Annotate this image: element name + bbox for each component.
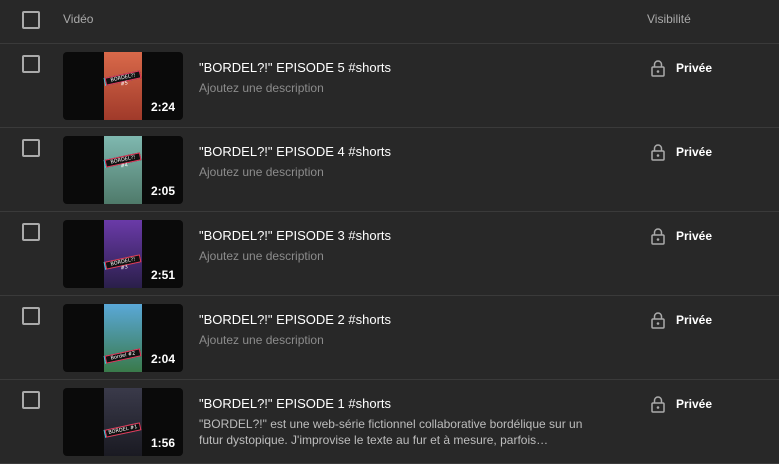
- thumbnail-tag: BORDEL?! #5: [104, 70, 142, 88]
- video-thumbnail[interactable]: BORDEL?! #5 2:24: [63, 52, 183, 120]
- table-row[interactable]: BORDEL #1 1:56 "BORDEL?!" EPISODE 1 #sho…: [0, 380, 779, 464]
- lock-icon: [650, 311, 666, 329]
- video-description[interactable]: Ajoutez une description: [199, 165, 324, 179]
- video-duration: 2:04: [150, 352, 175, 366]
- select-all-checkbox[interactable]: [22, 11, 40, 29]
- video-title[interactable]: "BORDEL?!" EPISODE 2 #shorts: [199, 312, 391, 327]
- video-title[interactable]: "BORDEL?!" EPISODE 3 #shorts: [199, 228, 391, 243]
- thumbnail-poster: BORDEL?! #5: [104, 52, 142, 120]
- thumbnail-poster: BORDEL?! #3: [104, 220, 142, 288]
- table-row[interactable]: BORDEL?! #3 2:51 "BORDEL?!" EPISODE 3 #s…: [0, 212, 779, 296]
- video-title[interactable]: "BORDEL?!" EPISODE 4 #shorts: [199, 144, 391, 159]
- row-checkbox[interactable]: [22, 307, 40, 325]
- video-duration: 2:05: [150, 184, 175, 198]
- row-checkbox[interactable]: [22, 55, 40, 73]
- video-description[interactable]: Ajoutez une description: [199, 249, 324, 263]
- thumbnail-tag: Bordel #2: [104, 348, 142, 364]
- thumbnail-poster: BORDEL #1: [104, 388, 142, 456]
- row-checkbox[interactable]: [22, 139, 40, 157]
- video-thumbnail[interactable]: Bordel #2 2:04: [63, 304, 183, 372]
- table-row[interactable]: Bordel #2 2:04 "BORDEL?!" EPISODE 2 #sho…: [0, 296, 779, 380]
- lock-icon: [650, 143, 666, 161]
- row-checkbox[interactable]: [22, 391, 40, 409]
- column-header-visibility: Visibilité: [647, 12, 691, 26]
- table-row[interactable]: BORDEL?! #4 2:05 "BORDEL?!" EPISODE 4 #s…: [0, 128, 779, 212]
- row-checkbox[interactable]: [22, 223, 40, 241]
- video-thumbnail[interactable]: BORDEL?! #4 2:05: [63, 136, 183, 204]
- video-thumbnail[interactable]: BORDEL?! #3 2:51: [63, 220, 183, 288]
- table-row[interactable]: BORDEL?! #5 2:24 "BORDEL?!" EPISODE 5 #s…: [0, 44, 779, 128]
- column-header-video: Vidéo: [63, 12, 94, 26]
- thumbnail-poster: BORDEL?! #4: [104, 136, 142, 204]
- video-thumbnail[interactable]: BORDEL #1 1:56: [63, 388, 183, 456]
- thumbnail-tag: BORDEL #1: [104, 422, 142, 438]
- thumbnail-tag: BORDEL?! #4: [104, 152, 142, 170]
- video-duration: 2:51: [150, 268, 175, 282]
- video-title[interactable]: "BORDEL?!" EPISODE 1 #shorts: [199, 396, 391, 411]
- video-duration: 1:56: [150, 436, 175, 450]
- lock-icon: [650, 395, 666, 413]
- thumbnail-poster: Bordel #2: [104, 304, 142, 372]
- lock-icon: [650, 59, 666, 77]
- video-title[interactable]: "BORDEL?!" EPISODE 5 #shorts: [199, 60, 391, 75]
- video-description[interactable]: Ajoutez une description: [199, 333, 324, 347]
- visibility-label: Privée: [676, 229, 713, 243]
- visibility-label: Privée: [676, 145, 713, 159]
- visibility-label: Privée: [676, 313, 713, 327]
- visibility-label: Privée: [676, 397, 713, 411]
- table-header: Vidéo Visibilité: [0, 0, 779, 44]
- thumbnail-tag: BORDEL?! #3: [104, 254, 142, 272]
- video-description[interactable]: "BORDEL?!" est une web-série fictionnel …: [199, 416, 599, 448]
- video-description[interactable]: Ajoutez une description: [199, 81, 324, 95]
- video-duration: 2:24: [150, 100, 175, 114]
- lock-icon: [650, 227, 666, 245]
- visibility-label: Privée: [676, 61, 713, 75]
